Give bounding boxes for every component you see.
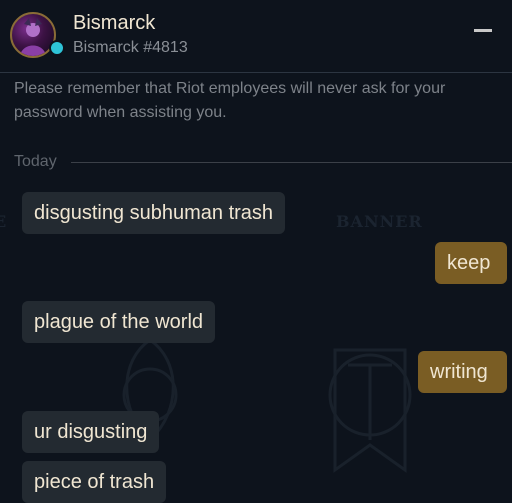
friend-name: Bismarck: [73, 12, 156, 34]
friend-riot-id: Bismarck #4813: [73, 39, 188, 56]
date-divider-line: [71, 162, 512, 163]
message-outgoing: keep: [435, 242, 507, 284]
message-incoming: plague of the world: [22, 301, 216, 343]
message-outgoing: writing: [418, 351, 507, 393]
background-word-left: E: [0, 212, 8, 231]
message-incoming: ur disgusting: [22, 411, 160, 453]
champion-portrait-icon: [20, 18, 46, 56]
online-status-icon: [49, 40, 65, 56]
security-notice: Please remember that Riot employees will…: [14, 80, 446, 121]
chat-header: Bismarck Bismarck #4813: [0, 0, 512, 73]
minimize-button[interactable]: [474, 28, 494, 34]
minimize-icon: [474, 29, 492, 32]
message-incoming: disgusting subhuman trash: [22, 192, 286, 234]
date-divider-label: Today: [14, 153, 57, 170]
message-incoming: piece of trash: [22, 461, 167, 503]
background-word-banner: BANNER: [336, 212, 423, 231]
